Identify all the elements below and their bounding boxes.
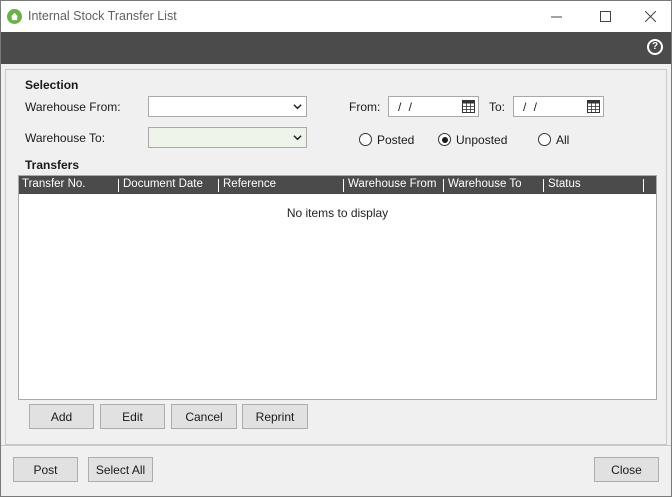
date-to-label: To: <box>489 100 506 114</box>
radio-all-label[interactable]: All <box>556 133 569 147</box>
radio-posted[interactable] <box>359 133 372 146</box>
column-header-status[interactable]: Status <box>548 178 581 190</box>
select-all-button[interactable]: Select All <box>88 457 153 482</box>
column-header-document-date[interactable]: Document Date <box>123 178 203 190</box>
column-divider[interactable] <box>118 179 119 192</box>
warehouse-from-select[interactable] <box>148 96 307 117</box>
close-button[interactable]: Close <box>594 457 659 482</box>
maximize-button[interactable] <box>582 1 628 32</box>
column-header-transfer-no[interactable]: Transfer No. <box>22 178 85 190</box>
help-icon[interactable]: ? <box>647 39 663 55</box>
footer-divider <box>1 445 671 446</box>
edit-button[interactable]: Edit <box>100 404 165 429</box>
column-divider[interactable] <box>643 179 644 192</box>
maximize-icon <box>599 11 611 22</box>
radio-posted-label[interactable]: Posted <box>377 133 414 147</box>
calendar-icon[interactable] <box>587 100 600 113</box>
calendar-icon[interactable] <box>462 100 475 113</box>
column-divider[interactable] <box>443 179 444 192</box>
close-icon <box>644 11 656 22</box>
warehouse-to-label: Warehouse To: <box>25 131 106 145</box>
column-divider[interactable] <box>543 179 544 192</box>
date-from-input[interactable]: / / <box>388 96 479 117</box>
reprint-button[interactable]: Reprint <box>242 404 308 429</box>
column-header-warehouse-to[interactable]: Warehouse To <box>448 178 522 190</box>
radio-unposted-label[interactable]: Unposted <box>456 133 507 147</box>
column-divider[interactable] <box>218 179 219 192</box>
grid-empty-message: No items to display <box>286 206 389 220</box>
minimize-icon <box>550 16 562 18</box>
chevron-down-icon <box>293 135 302 141</box>
window-title: Internal Stock Transfer List <box>28 9 177 23</box>
date-from-value: / / <box>398 100 415 114</box>
add-button[interactable]: Add <box>29 404 94 429</box>
column-header-reference[interactable]: Reference <box>223 178 276 190</box>
column-divider[interactable] <box>343 179 344 192</box>
date-from-label: From: <box>349 100 381 114</box>
selection-title: Selection <box>25 78 79 92</box>
warehouse-to-select[interactable] <box>148 127 307 148</box>
app-window: Internal Stock Transfer List ? Selection… <box>0 0 672 497</box>
cancel-button[interactable]: Cancel <box>171 404 237 429</box>
chevron-down-icon <box>293 104 302 110</box>
transfers-grid[interactable]: Transfer No. Document Date Reference War… <box>18 175 657 400</box>
title-bar: Internal Stock Transfer List <box>1 1 671 32</box>
main-panel: Selection Warehouse From: Warehouse To: … <box>5 69 667 445</box>
date-to-value: / / <box>523 100 540 114</box>
date-to-input[interactable]: / / <box>513 96 604 117</box>
transfers-title: Transfers <box>25 158 80 172</box>
tool-band: ? <box>1 32 671 64</box>
radio-unposted[interactable] <box>438 133 451 146</box>
minimize-button[interactable] <box>533 1 579 32</box>
radio-all[interactable] <box>538 133 551 146</box>
app-home-icon <box>7 9 22 24</box>
close-window-button[interactable] <box>627 1 672 32</box>
column-header-warehouse-from[interactable]: Warehouse From <box>348 178 436 190</box>
grid-header: Transfer No. Document Date Reference War… <box>19 176 656 194</box>
post-button[interactable]: Post <box>13 457 78 482</box>
warehouse-from-label: Warehouse From: <box>25 100 121 114</box>
